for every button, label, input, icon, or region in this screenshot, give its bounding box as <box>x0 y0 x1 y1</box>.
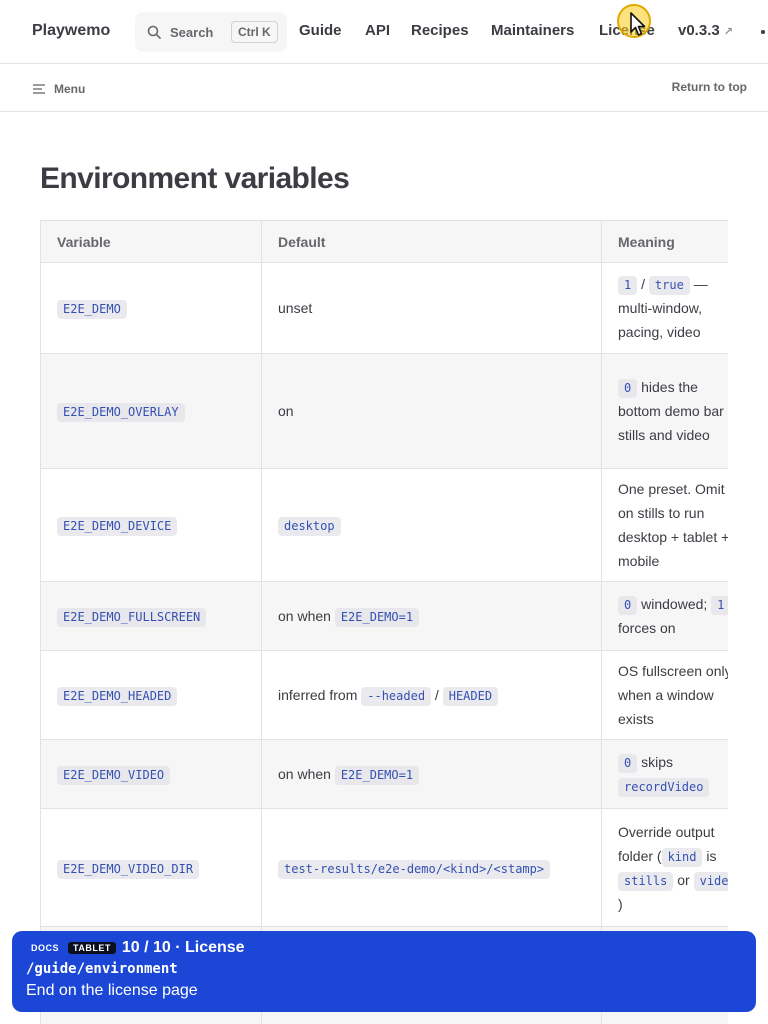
table-row: E2E_DEMO_FULLSCREEN on when E2E_DEMO=1 0 w… <box>40 581 728 651</box>
variable-name: E2E_DEMO_DEVICE <box>57 517 178 536</box>
inline-code: test-results/e2e-demo/<kind>/<stamp> <box>278 859 551 879</box>
cell-default: on <box>261 353 602 469</box>
nav-link-maintainers[interactable]: Maintainers <box>491 22 574 39</box>
table-row: E2E_DEMO_VIDEO on when E2E_DEMO=1 0 skips … <box>40 739 728 809</box>
cell-text: inferred from <box>278 687 362 703</box>
cell-variable: E2E_DEMO_DEVICE <box>40 468 262 582</box>
cell-meaning: 0 hides the bottom demo bar on stills an… <box>601 353 728 469</box>
env-vars-table-scroller[interactable]: Variable Default Meaning E2E_DEMO unset 1 … <box>40 220 728 1024</box>
inline-code: 1 <box>711 596 728 615</box>
inline-code: 1 <box>618 276 638 295</box>
cell-variable: E2E_DEMO_VIDEO <box>40 739 262 809</box>
inline-code: 0 <box>618 596 638 615</box>
cell-text: One preset. Omit on stills to run deskto… <box>618 481 728 569</box>
device-badge: TABLET <box>68 942 116 954</box>
cell-text: windowed; <box>637 596 712 612</box>
table-row: E2E_DEMO_HEADED inferred from --headed / … <box>40 650 728 740</box>
demo-step-title: 10 / 10 · License <box>121 939 245 956</box>
cell-text: on when <box>278 608 335 624</box>
nav-link-guide[interactable]: Guide <box>299 22 342 39</box>
cell-variable: E2E_DEMO_HEADED <box>40 650 262 740</box>
cell-text: or <box>673 871 694 888</box>
menu-label: Menu <box>54 82 86 96</box>
more-menu-icon[interactable] <box>761 30 765 34</box>
cell-default: inferred from --headed / HEADED <box>261 650 602 740</box>
search-label: Search <box>170 25 214 40</box>
cell-variable: E2E_DEMO_VIDEO_DIR <box>40 808 262 927</box>
cell-variable: E2E_DEMO <box>40 262 262 354</box>
cell-default: desktop <box>261 468 602 582</box>
cell-text: is <box>702 847 717 864</box>
env-vars-table: Variable Default Meaning E2E_DEMO unset 1 … <box>40 220 728 1024</box>
cell-variable: E2E_DEMO_OVERLAY <box>40 353 262 469</box>
table-row: E2E_DEMO_DEVICE desktop One preset. Omit o… <box>40 468 728 582</box>
column-header-default: Default <box>261 220 602 263</box>
table-row: E2E_DEMO_OVERLAY on 0 hides the bottom dem… <box>40 353 728 469</box>
inline-code: video <box>693 871 728 891</box>
cell-text: / <box>431 687 443 703</box>
inline-code: --headed <box>361 687 432 706</box>
local-nav: Menu Return to top <box>0 64 768 112</box>
variable-name: E2E_DEMO_OVERLAY <box>57 403 185 422</box>
cell-meaning: Override output folder (kind is stills o… <box>601 808 728 927</box>
cell-variable: E2E_DEMO_FULLSCREEN <box>40 581 262 651</box>
inline-code: stills <box>618 871 674 891</box>
cell-meaning: 0 skips recordVideo <box>601 739 728 809</box>
inline-code: true <box>648 276 690 295</box>
menu-icon <box>33 84 45 94</box>
cell-text: skips <box>637 754 674 770</box>
table-row: E2E_DEMO unset 1 / true — multi-window, pa… <box>40 262 728 354</box>
cell-default: on when E2E_DEMO=1 <box>261 581 602 651</box>
demo-overlay-bar: DOCS TABLET 10 / 10 · License /guide/env… <box>12 931 756 1012</box>
version-label: v0.3.3 <box>678 22 720 39</box>
return-to-top-link[interactable]: Return to top <box>672 80 747 94</box>
cell-text: ) <box>618 895 623 912</box>
search-button[interactable]: Search Ctrl K <box>135 12 287 52</box>
variable-name: E2E_DEMO <box>57 300 127 319</box>
cell-text: / <box>637 276 649 292</box>
search-shortcut: Ctrl K <box>231 21 278 43</box>
cell-meaning: 1 / true — multi-window, pacing, video <box>601 262 728 354</box>
page-title: Environment variables <box>40 162 350 195</box>
cell-text: on when <box>278 766 335 782</box>
external-link-icon: ↗ <box>723 26 733 38</box>
inline-code: desktop <box>278 517 341 536</box>
demo-caption: End on the license page <box>26 982 198 999</box>
cell-default: test-results/e2e-demo/<kind>/<stamp> <box>261 808 602 927</box>
cell-meaning: OS fullscreen only when a window exists <box>601 650 728 740</box>
variable-name: E2E_DEMO_VIDEO <box>57 766 171 785</box>
inline-code: E2E_DEMO=1 <box>334 608 420 627</box>
menu-button[interactable]: Menu <box>32 80 85 98</box>
cell-meaning: One preset. Omit on stills to run deskto… <box>601 468 728 582</box>
inline-code: HEADED <box>442 687 499 706</box>
demo-route: /guide/environment <box>26 961 178 977</box>
cell-text: on <box>278 403 294 419</box>
docs-badge: DOCS <box>26 942 65 954</box>
cell-default: on when E2E_DEMO=1 <box>261 739 602 809</box>
search-icon <box>147 25 161 39</box>
variable-name: E2E_DEMO_VIDEO_DIR <box>57 859 200 879</box>
column-header-meaning: Meaning <box>601 220 728 263</box>
inline-code: kind <box>661 847 703 867</box>
version-dropdown[interactable]: v0.3.3 ↗ <box>678 22 733 39</box>
table-header-row: Variable Default Meaning <box>40 220 728 263</box>
variable-name: E2E_DEMO_HEADED <box>57 687 178 706</box>
nav-link-api[interactable]: API <box>365 22 390 39</box>
nav-link-recipes[interactable]: Recipes <box>411 22 469 39</box>
site-title[interactable]: Playwemo <box>32 22 110 40</box>
column-header-variable: Variable <box>40 220 262 263</box>
cell-text: OS fullscreen only when a window exists <box>618 663 728 727</box>
inline-code: 0 <box>618 754 638 773</box>
variable-name: E2E_DEMO_FULLSCREEN <box>57 608 207 627</box>
top-navbar: Playwemo Search Ctrl K Guide API Recipes… <box>0 0 768 64</box>
inline-code: E2E_DEMO=1 <box>334 766 420 785</box>
table-row: E2E_DEMO_VIDEO_DIR test-results/e2e-demo/… <box>40 808 728 927</box>
cell-text: unset <box>278 300 313 316</box>
inline-code: 0 <box>618 379 638 398</box>
inline-code: recordVideo <box>618 778 710 797</box>
mouse-cursor-icon <box>630 12 646 36</box>
cell-text: forces on <box>618 620 676 636</box>
cell-meaning: 0 windowed; 1 forces on <box>601 581 728 651</box>
cell-default: unset <box>261 262 602 354</box>
